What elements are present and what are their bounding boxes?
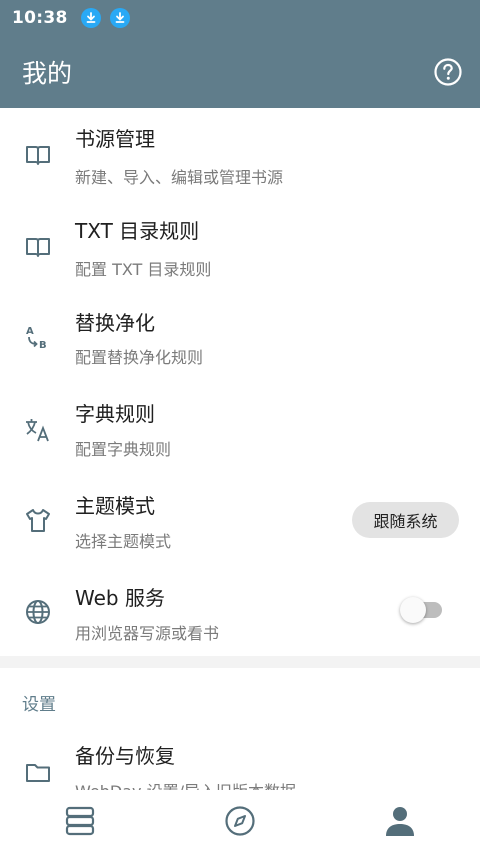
bookshelf-icon[interactable] bbox=[63, 804, 97, 838]
item-subtitle: 新建、导入、编辑或管理书源 bbox=[75, 168, 284, 187]
item-subtitle: 配置 TXT 目录规则 bbox=[75, 260, 212, 279]
web-service-toggle[interactable] bbox=[400, 597, 444, 623]
replace-ab-icon: A B bbox=[24, 323, 52, 351]
folder-icon bbox=[24, 758, 52, 786]
download-icon bbox=[109, 8, 130, 28]
menu-item-theme-mode[interactable]: 主题模式 选择主题模式 跟随系统 bbox=[0, 476, 480, 568]
app-bar: 我的 bbox=[0, 36, 480, 108]
bottom-nav bbox=[0, 790, 480, 853]
item-title: 主题模式 bbox=[75, 494, 155, 518]
item-subtitle: 选择主题模式 bbox=[75, 532, 172, 551]
download-icon bbox=[80, 8, 101, 28]
item-subtitle: 配置替换净化规则 bbox=[75, 348, 204, 367]
compass-icon[interactable] bbox=[223, 804, 257, 838]
toggle-thumb bbox=[400, 597, 426, 623]
status-time: 10:38 bbox=[12, 8, 68, 28]
menu-item-web-service[interactable]: Web 服务 用浏览器写源或看书 bbox=[0, 568, 480, 660]
menu-item-dict-rule[interactable]: 字典规则 配置字典规则 bbox=[0, 384, 480, 476]
item-title: 字典规则 bbox=[75, 402, 155, 426]
svg-text:B: B bbox=[39, 340, 47, 351]
item-title: Web 服务 bbox=[75, 586, 165, 610]
item-subtitle: WebDav 设置/导入旧版本数据 bbox=[75, 778, 296, 790]
translate-icon bbox=[24, 416, 52, 444]
item-subtitle: 用浏览器写源或看书 bbox=[75, 624, 220, 643]
menu-item-backup-restore[interactable]: 备份与恢复 WebDav 设置/导入旧版本数据 bbox=[0, 720, 480, 790]
menu-item-book-source[interactable]: 书源管理 新建、导入、编辑或管理书源 bbox=[0, 108, 480, 200]
section-header-settings: 设置 bbox=[22, 695, 56, 715]
menu-item-replace-rule[interactable]: A B 替换净化 配置替换净化规则 bbox=[0, 292, 480, 384]
help-icon[interactable] bbox=[432, 56, 464, 88]
theme-mode-chip[interactable]: 跟随系统 bbox=[352, 502, 459, 538]
page-title: 我的 bbox=[22, 59, 73, 88]
section-divider bbox=[0, 656, 480, 668]
globe-icon bbox=[24, 598, 52, 626]
book-icon bbox=[24, 233, 52, 261]
item-subtitle: 配置字典规则 bbox=[75, 440, 172, 459]
book-icon bbox=[24, 141, 52, 169]
tshirt-icon bbox=[24, 506, 52, 534]
settings-list: 备份与恢复 WebDav 设置/导入旧版本数据 bbox=[0, 720, 480, 790]
item-title: TXT 目录规则 bbox=[75, 219, 200, 243]
item-title: 备份与恢复 bbox=[75, 744, 175, 768]
item-title: 替换净化 bbox=[75, 311, 155, 335]
svg-text:A: A bbox=[26, 326, 34, 337]
item-title: 书源管理 bbox=[75, 127, 155, 151]
status-bar: 10:38 bbox=[0, 0, 480, 36]
person-icon[interactable] bbox=[383, 804, 417, 838]
menu-item-txt-toc-rule[interactable]: TXT 目录规则 配置 TXT 目录规则 bbox=[0, 200, 480, 292]
